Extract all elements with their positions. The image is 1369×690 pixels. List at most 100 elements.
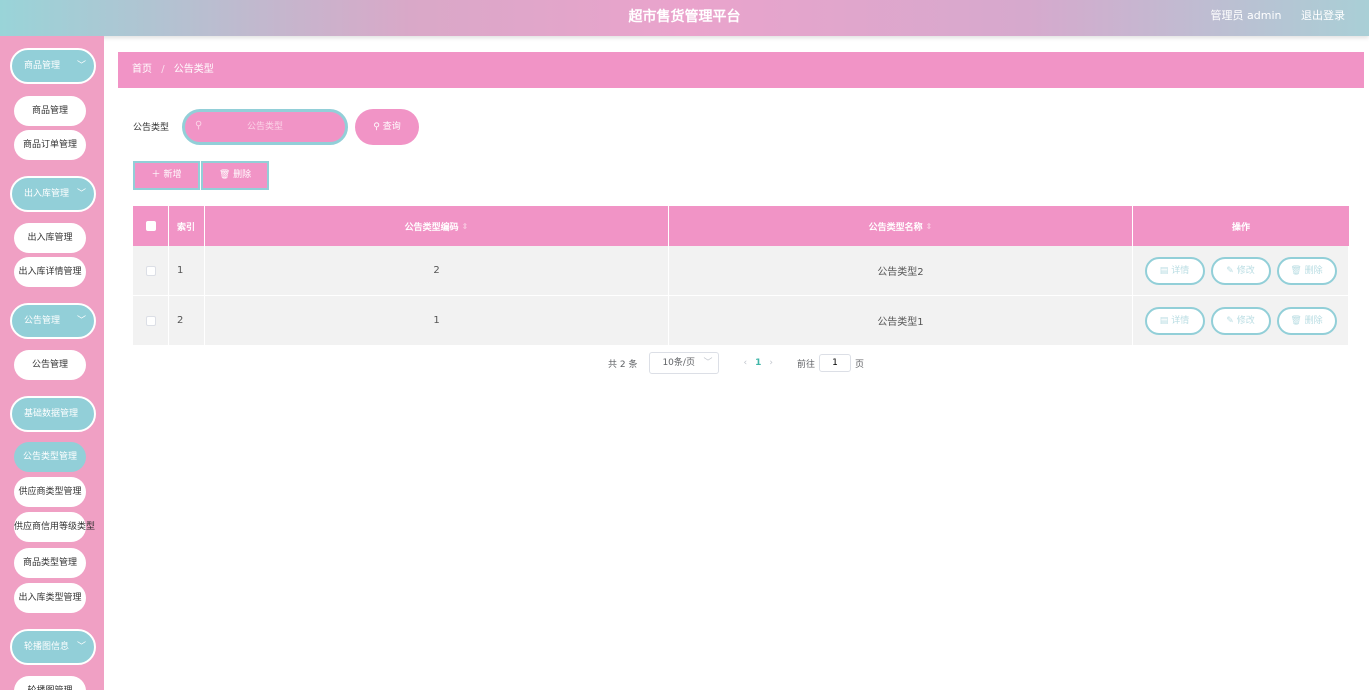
- document-icon: ▤: [1159, 315, 1169, 326]
- row-code: 1: [205, 296, 669, 345]
- edit-button[interactable]: ✎ 修改: [1210, 256, 1271, 285]
- row-actions: ▤ 详情 ✎ 修改 🗑 删除: [1133, 246, 1349, 295]
- top-bar: 超市售货管理平台 管理员 admin 退出登录: [0, 0, 1369, 36]
- chevron-down-icon: ﹀: [76, 642, 86, 652]
- row-name: 公告类型1: [669, 296, 1133, 345]
- sidebar-item-supplier-credit-type[interactable]: 供应商信用等级类型: [14, 512, 95, 542]
- sidebar-item-goods[interactable]: 商品管理: [14, 96, 86, 126]
- page-suffix: 页: [854, 359, 864, 370]
- user-label: 管理员 admin: [1210, 9, 1282, 22]
- row-delete-label: 删除: [1304, 265, 1323, 276]
- sidebar-item-goods-orders[interactable]: 商品订单管理: [14, 130, 86, 160]
- app-title: 超市售货管理平台: [628, 9, 741, 25]
- delete-button[interactable]: 🗑 删除: [201, 161, 269, 190]
- row-delete-button[interactable]: 🗑 删除: [1276, 256, 1337, 285]
- pencil-icon: ✎: [1226, 265, 1234, 276]
- header-name[interactable]: 公告类型名称 ⇕: [669, 206, 1133, 246]
- chevron-down-icon: ﹀: [76, 61, 86, 71]
- total-count: 共 2 条: [608, 359, 638, 370]
- breadcrumb-home[interactable]: 首页: [132, 64, 152, 75]
- next-page-button[interactable]: ›: [769, 358, 773, 368]
- menu-group-banner[interactable]: 轮播图信息 ﹀: [10, 629, 96, 665]
- pencil-icon: ✎: [1226, 315, 1234, 326]
- menu-group-label: 商品管理: [24, 61, 61, 71]
- page-size-select[interactable]: 10条/页 ﹀: [649, 352, 720, 374]
- menu-group-stock[interactable]: 出入库管理 ﹀: [10, 176, 96, 212]
- detail-label: 详情: [1171, 315, 1190, 326]
- row-index: 1: [169, 246, 205, 295]
- menu-group-basic-data[interactable]: 基础数据管理: [10, 396, 96, 432]
- menu-group-label: 出入库管理: [24, 189, 70, 199]
- sidebar-item-goods-type[interactable]: 商品类型管理: [14, 548, 86, 578]
- header-name-label: 公告类型名称: [868, 222, 923, 233]
- search-label: 公告类型: [133, 123, 170, 133]
- row-actions: ▤ 详情 ✎ 修改 🗑 删除: [1133, 296, 1349, 345]
- goto-label: 前往: [796, 359, 815, 370]
- search-field[interactable]: ⚲: [182, 109, 348, 145]
- search-icon: ⚲: [373, 122, 380, 132]
- row-delete-button[interactable]: 🗑 删除: [1276, 306, 1337, 335]
- sidebar-item-notice-type[interactable]: 公告类型管理: [14, 442, 86, 472]
- current-page[interactable]: 1: [755, 358, 761, 368]
- prev-page-button[interactable]: ‹: [743, 358, 747, 368]
- row-select-cell: [133, 296, 169, 345]
- goto-page-input[interactable]: [818, 354, 851, 372]
- sidebar-item-supplier-type[interactable]: 供应商类型管理: [14, 477, 86, 507]
- chevron-down-icon: ﹀: [76, 316, 86, 326]
- edit-label: 修改: [1236, 315, 1255, 326]
- header-actions: 操作: [1231, 222, 1250, 233]
- row-code: 2: [205, 246, 669, 295]
- breadcrumb-current: 公告类型: [173, 64, 214, 75]
- row-select-cell: [133, 246, 169, 295]
- select-all-checkbox[interactable]: [145, 221, 156, 231]
- sidebar-item-banner[interactable]: 轮播图管理: [14, 676, 86, 690]
- breadcrumb: 首页 / 公告类型: [118, 52, 1364, 88]
- menu-group-goods[interactable]: 商品管理 ﹀: [10, 48, 96, 84]
- edit-label: 修改: [1236, 265, 1255, 276]
- sidebar-item-stock[interactable]: 出入库管理: [14, 223, 86, 253]
- menu-group-label: 公告管理: [24, 316, 61, 326]
- delete-button-label: 删除: [233, 170, 252, 180]
- header-index: 索引: [169, 206, 205, 246]
- table-row: 2 1 公告类型1 ▤ 详情 ✎ 修改 🗑 删除: [133, 296, 1349, 346]
- plus-icon: ＋: [151, 170, 161, 180]
- page-size-value: 10条/页: [662, 358, 695, 368]
- table-header: 索引 公告类型编码 ⇕ 公告类型名称 ⇕ 操作: [133, 206, 1349, 246]
- sidebar: 商品管理 ﹀ 商品管理 商品订单管理 出入库管理 ﹀ 出入库管理 出入库详情管理…: [0, 36, 104, 690]
- chevron-down-icon: ﹀: [76, 189, 86, 199]
- query-button-label: 查询: [382, 122, 401, 132]
- sidebar-item-notice[interactable]: 公告管理: [14, 350, 86, 380]
- row-delete-label: 删除: [1304, 315, 1323, 326]
- sidebar-item-stock-detail[interactable]: 出入库详情管理: [14, 257, 86, 287]
- edit-button[interactable]: ✎ 修改: [1210, 306, 1271, 335]
- logout-link[interactable]: 退出登录: [1301, 9, 1345, 22]
- row-checkbox[interactable]: [145, 315, 156, 326]
- sidebar-item-stock-type[interactable]: 出入库类型管理: [14, 583, 86, 613]
- detail-button[interactable]: ▤ 详情: [1144, 306, 1205, 335]
- pagination: 共 2 条 10条/页 ﹀ ‹ 1 › 前往 页: [608, 352, 864, 374]
- search-input[interactable]: [185, 112, 345, 142]
- trash-icon: 🗑: [1290, 315, 1302, 326]
- breadcrumb-separator: /: [161, 64, 165, 75]
- user-area: 管理员 admin 退出登录: [1195, 0, 1345, 32]
- sort-icon[interactable]: ⇕: [462, 222, 469, 231]
- row-index: 2: [169, 296, 205, 345]
- chevron-down-icon: ﹀: [703, 358, 713, 368]
- menu-group-label: 轮播图信息: [24, 642, 70, 652]
- row-checkbox[interactable]: [145, 265, 156, 276]
- add-button[interactable]: ＋ 新增: [133, 161, 200, 190]
- table-row: 1 2 公告类型2 ▤ 详情 ✎ 修改 🗑 删除: [133, 246, 1349, 296]
- header-code-label: 公告类型编码: [404, 222, 459, 233]
- menu-group-label: 基础数据管理: [24, 409, 79, 419]
- menu-group-notice[interactable]: 公告管理 ﹀: [10, 303, 96, 339]
- query-button[interactable]: ⚲ 查询: [355, 109, 419, 145]
- trash-icon: 🗑: [218, 170, 231, 180]
- trash-icon: 🗑: [1290, 265, 1302, 276]
- detail-label: 详情: [1171, 265, 1190, 276]
- header-code[interactable]: 公告类型编码 ⇕: [205, 206, 669, 246]
- detail-button[interactable]: ▤ 详情: [1144, 256, 1205, 285]
- search-icon: ⚲: [195, 120, 203, 131]
- document-icon: ▤: [1159, 265, 1169, 276]
- sort-icon[interactable]: ⇕: [926, 222, 933, 231]
- notice-type-table: 索引 公告类型编码 ⇕ 公告类型名称 ⇕ 操作 1 2 公告类型2 ▤ 详情 ✎…: [133, 206, 1349, 346]
